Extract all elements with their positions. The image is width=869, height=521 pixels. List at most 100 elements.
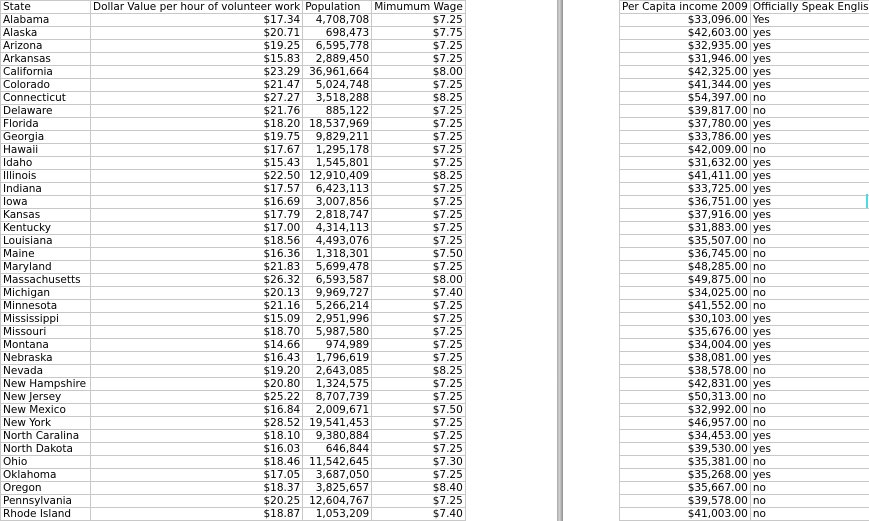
cell-population[interactable]: 885,122 xyxy=(302,104,373,118)
cell-dollar-value[interactable]: $16.84 xyxy=(89,403,304,417)
cell-per-capita-income[interactable]: $31,632.00 xyxy=(619,156,751,170)
cell-population[interactable]: 1,324,575 xyxy=(302,377,373,391)
cell-population[interactable]: 6,423,113 xyxy=(302,182,373,196)
cell-minimum-wage[interactable]: $7.25 xyxy=(371,442,466,456)
cell-speak-english[interactable]: yes xyxy=(749,169,869,183)
cell-minimum-wage[interactable]: $7.30 xyxy=(371,455,466,469)
cell-minimum-wage[interactable]: $7.25 xyxy=(371,104,466,118)
cell-per-capita-income[interactable]: $46,957.00 xyxy=(619,416,751,430)
cell-state[interactable]: Rhode Island xyxy=(0,507,91,521)
cell-state[interactable]: Indiana xyxy=(0,182,91,196)
cell-minimum-wage[interactable]: $7.25 xyxy=(371,312,466,326)
cell-minimum-wage[interactable]: $7.25 xyxy=(371,13,466,27)
cell-per-capita-income[interactable]: $35,507.00 xyxy=(619,234,751,248)
cell-dollar-value[interactable]: $18.37 xyxy=(89,481,304,495)
cell-speak-english[interactable]: yes xyxy=(749,429,869,443)
cell-population[interactable]: 5,266,214 xyxy=(302,299,373,313)
cell-minimum-wage[interactable]: $8.25 xyxy=(371,91,466,105)
cell-speak-english[interactable]: yes xyxy=(749,195,869,209)
header-speak-english[interactable]: Officially Speak English xyxy=(749,0,869,14)
cell-speak-english[interactable]: no xyxy=(749,273,869,287)
cell-population[interactable]: 646,844 xyxy=(302,442,373,456)
cell-state[interactable]: Arkansas xyxy=(0,52,91,66)
cell-minimum-wage[interactable]: $7.25 xyxy=(371,429,466,443)
cell-per-capita-income[interactable]: $36,751.00 xyxy=(619,195,751,209)
cell-speak-english[interactable]: yes xyxy=(749,78,869,92)
cell-speak-english[interactable]: yes xyxy=(749,208,869,222)
cell-speak-english[interactable]: yes xyxy=(749,39,869,53)
cell-per-capita-income[interactable]: $39,530.00 xyxy=(619,442,751,456)
cell-per-capita-income[interactable]: $34,025.00 xyxy=(619,286,751,300)
cell-per-capita-income[interactable]: $39,578.00 xyxy=(619,494,751,508)
cell-state[interactable]: North Caralina xyxy=(0,429,91,443)
cell-state[interactable]: Oregon xyxy=(0,481,91,495)
header-state[interactable]: State xyxy=(0,0,91,14)
header-dollar-value[interactable]: Dollar Value per hour of volunteer work xyxy=(89,0,304,14)
cell-population[interactable]: 2,818,747 xyxy=(302,208,373,222)
cell-per-capita-income[interactable]: $35,381.00 xyxy=(619,455,751,469)
cell-per-capita-income[interactable]: $32,935.00 xyxy=(619,39,751,53)
cell-dollar-value[interactable]: $15.43 xyxy=(89,156,304,170)
cell-minimum-wage[interactable]: $7.25 xyxy=(371,377,466,391)
cell-state[interactable]: New York xyxy=(0,416,91,430)
cell-dollar-value[interactable]: $17.67 xyxy=(89,143,304,157)
cell-per-capita-income[interactable]: $42,009.00 xyxy=(619,143,751,157)
cell-minimum-wage[interactable]: $7.25 xyxy=(371,494,466,508)
cell-per-capita-income[interactable]: $37,780.00 xyxy=(619,117,751,131)
cell-speak-english[interactable]: yes xyxy=(749,65,869,79)
cell-per-capita-income[interactable]: $41,344.00 xyxy=(619,78,751,92)
cell-dollar-value[interactable]: $21.16 xyxy=(89,299,304,313)
cell-population[interactable]: 5,699,478 xyxy=(302,260,373,274)
cell-minimum-wage[interactable]: $7.25 xyxy=(371,468,466,482)
cell-dollar-value[interactable]: $19.20 xyxy=(89,364,304,378)
cell-dollar-value[interactable]: $20.13 xyxy=(89,286,304,300)
cell-state[interactable]: Illinois xyxy=(0,169,91,183)
cell-speak-english[interactable]: no xyxy=(749,416,869,430)
cell-dollar-value[interactable]: $18.87 xyxy=(89,507,304,521)
cell-population[interactable]: 18,537,969 xyxy=(302,117,373,131)
cell-minimum-wage[interactable]: $7.50 xyxy=(371,247,466,261)
cell-speak-english[interactable]: no xyxy=(749,507,869,521)
cell-per-capita-income[interactable]: $36,745.00 xyxy=(619,247,751,261)
cell-speak-english[interactable]: no xyxy=(749,247,869,261)
cell-speak-english[interactable]: yes xyxy=(749,325,869,339)
cell-state[interactable]: Kansas xyxy=(0,208,91,222)
cell-state[interactable]: Colorado xyxy=(0,78,91,92)
cell-population[interactable]: 1,545,801 xyxy=(302,156,373,170)
cell-population[interactable]: 8,707,739 xyxy=(302,390,373,404)
cell-speak-english[interactable]: no xyxy=(749,299,869,313)
cell-population[interactable]: 3,825,657 xyxy=(302,481,373,495)
cell-speak-english[interactable]: no xyxy=(749,260,869,274)
cell-population[interactable]: 9,829,211 xyxy=(302,130,373,144)
cell-speak-english[interactable]: no xyxy=(749,234,869,248)
cell-population[interactable]: 4,708,708 xyxy=(302,13,373,27)
cell-dollar-value[interactable]: $23.29 xyxy=(89,65,304,79)
cell-per-capita-income[interactable]: $38,578.00 xyxy=(619,364,751,378)
cell-state[interactable]: Maryland xyxy=(0,260,91,274)
cell-population[interactable]: 5,024,748 xyxy=(302,78,373,92)
cell-minimum-wage[interactable]: $7.25 xyxy=(371,299,466,313)
cell-state[interactable]: North Dakota xyxy=(0,442,91,456)
cell-per-capita-income[interactable]: $34,004.00 xyxy=(619,338,751,352)
cell-per-capita-income[interactable]: $42,325.00 xyxy=(619,65,751,79)
cell-state[interactable]: Montana xyxy=(0,338,91,352)
cell-per-capita-income[interactable]: $34,453.00 xyxy=(619,429,751,443)
cell-minimum-wage[interactable]: $7.25 xyxy=(371,208,466,222)
cell-per-capita-income[interactable]: $33,786.00 xyxy=(619,130,751,144)
cell-speak-english[interactable]: yes xyxy=(749,351,869,365)
cell-population[interactable]: 698,473 xyxy=(302,26,373,40)
cell-minimum-wage[interactable]: $8.00 xyxy=(371,273,466,287)
header-per-capita-income[interactable]: Per Capita income 2009 xyxy=(619,0,751,14)
cell-population[interactable]: 2,009,671 xyxy=(302,403,373,417)
cell-population[interactable]: 3,007,856 xyxy=(302,195,373,209)
cell-speak-english[interactable]: yes xyxy=(749,338,869,352)
cell-per-capita-income[interactable]: $54,397.00 xyxy=(619,91,751,105)
cell-speak-english[interactable]: no xyxy=(749,143,869,157)
cell-dollar-value[interactable]: $26.32 xyxy=(89,273,304,287)
cell-dollar-value[interactable]: $21.47 xyxy=(89,78,304,92)
cell-state[interactable]: Missouri xyxy=(0,325,91,339)
cell-state[interactable]: Hawaii xyxy=(0,143,91,157)
cell-state[interactable]: Mississippi xyxy=(0,312,91,326)
cell-speak-english[interactable]: no xyxy=(749,286,869,300)
cell-per-capita-income[interactable]: $33,096.00 xyxy=(619,13,751,27)
